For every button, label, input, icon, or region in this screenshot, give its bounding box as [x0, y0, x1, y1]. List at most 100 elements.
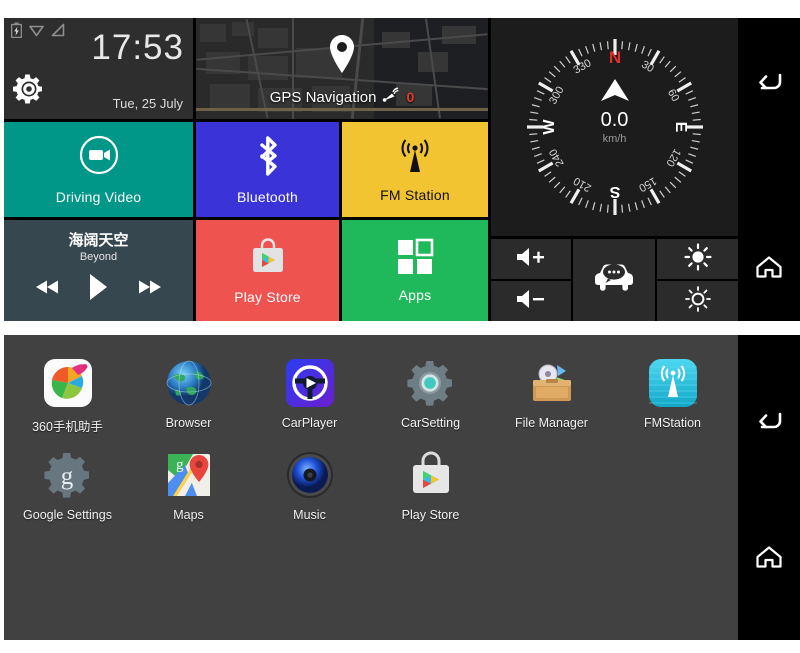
app-label: Music: [293, 508, 326, 522]
compass-speed-value: 0.0: [600, 109, 629, 131]
app-item-fmstation[interactable]: FMStation: [612, 357, 733, 435]
gps-status-row: GPS Navigation 0: [196, 87, 488, 107]
home-icon: [755, 255, 783, 279]
gps-label: GPS Navigation: [269, 88, 377, 106]
svg-text:g: g: [60, 463, 73, 490]
carplayer-icon: [284, 357, 336, 409]
svg-text:150: 150: [636, 174, 658, 194]
tile-driving-video[interactable]: Driving Video: [4, 122, 193, 217]
app-item-carsetting[interactable]: CarSetting: [370, 357, 491, 435]
music-player-tile[interactable]: 海阔天空 Beyond: [4, 220, 193, 321]
voice-assistant-button[interactable]: [573, 239, 655, 321]
next-track-icon[interactable]: [136, 278, 162, 301]
music-speaker-icon: [284, 449, 336, 501]
app-item-browser[interactable]: Browser: [128, 357, 249, 435]
app-item-music[interactable]: Music: [249, 449, 370, 522]
radio-tower-icon: [392, 136, 438, 183]
play-store-bag-icon: [247, 236, 289, 283]
home-button[interactable]: [738, 529, 800, 585]
play-icon[interactable]: [87, 272, 109, 307]
brightness-low-icon: [684, 285, 712, 318]
app-label: File Manager: [515, 416, 588, 430]
compass-needle-icon: [600, 79, 629, 101]
app-label: 360手机助手: [32, 420, 103, 434]
gear-icon[interactable]: [12, 72, 46, 111]
music-track-title: 海阔天空: [68, 232, 129, 249]
app-label: CarSetting: [400, 416, 461, 430]
play-store-bag-icon: [405, 449, 457, 501]
app-drawer: 360手机助手 Browser CarPlayer CarSetting Fil…: [4, 335, 738, 640]
drawer-nav-bar: [738, 335, 800, 640]
gps-navigation-tile[interactable]: GPS Navigation 0: [196, 18, 488, 119]
home-screen-panel: 17:53 Tue, 25 July GPS Navigation 0 N E …: [4, 18, 800, 321]
tile-label: Play Store: [234, 289, 301, 305]
app-drawer-panel: 360手机助手 Browser CarPlayer CarSetting Fil…: [4, 335, 800, 640]
compass-widget[interactable]: N E S W 30 60 120 150 210 240 300 330 0.…: [491, 18, 738, 236]
compass-speed-unit: km/h: [602, 133, 627, 145]
app-label: Google Settings: [23, 508, 112, 522]
volume-down-icon: [514, 288, 548, 315]
svg-text:g: g: [176, 457, 184, 473]
tile-play-store[interactable]: Play Store: [196, 220, 339, 321]
app-label: FMStation: [644, 416, 701, 430]
globe-browser-icon: [163, 357, 215, 409]
google-maps-icon: g: [163, 449, 215, 501]
app-row: 360手机助手 Browser CarPlayer CarSetting Fil…: [4, 357, 738, 449]
home-nav-bar: [738, 18, 800, 321]
tile-label: Apps: [398, 287, 432, 303]
satellite-dish-icon: [382, 87, 400, 107]
clock-widget[interactable]: 17:53 Tue, 25 July: [4, 18, 193, 119]
tile-bluetooth[interactable]: Bluetooth: [196, 122, 339, 217]
tile-label: Bluetooth: [237, 189, 298, 205]
back-arrow-icon: [755, 71, 783, 93]
location-pin-icon: [327, 34, 357, 79]
compass-dial: N E S W 30 60 120 150 210 240 300 330 0.…: [517, 29, 713, 225]
app-item-play-store[interactable]: Play Store: [370, 449, 491, 522]
fm-tower-icon: [647, 357, 699, 409]
svg-text:S: S: [609, 183, 620, 200]
volume-up-icon: [514, 246, 548, 273]
wifi-icon: [29, 23, 44, 42]
file-manager-box-icon: [526, 357, 578, 409]
app-item-google-settings[interactable]: g Google Settings: [7, 449, 128, 522]
home-tiles-area: 17:53 Tue, 25 July GPS Navigation 0 N E …: [4, 18, 738, 321]
app-label: Play Store: [401, 508, 460, 522]
tile-label: Driving Video: [55, 189, 142, 205]
music-controls: [4, 272, 193, 307]
360-assistant-icon: [42, 357, 94, 409]
back-arrow-icon: [755, 410, 783, 432]
svg-text:N: N: [608, 48, 620, 67]
screenshot-root: 17:53 Tue, 25 July GPS Navigation 0 N E …: [0, 0, 800, 653]
app-item-maps[interactable]: g Maps: [128, 449, 249, 522]
volume-up-button[interactable]: [491, 239, 571, 279]
tile-apps[interactable]: Apps: [342, 220, 488, 321]
brightness-down-button[interactable]: [657, 281, 738, 321]
app-row: g Google Settings g Maps Music Play Stor…: [4, 449, 738, 536]
music-artist: Beyond: [79, 251, 118, 263]
tile-label: FM Station: [380, 187, 450, 203]
tile-fm-station[interactable]: FM Station: [342, 122, 488, 217]
clock-time: 17:53: [91, 28, 184, 67]
car-setting-gear-icon: [405, 357, 457, 409]
brightness-up-button[interactable]: [657, 239, 738, 279]
battery-charging-icon: [10, 22, 23, 43]
app-label: CarPlayer: [281, 416, 338, 430]
svg-text:210: 210: [571, 174, 593, 194]
back-button[interactable]: [738, 393, 800, 449]
back-button[interactable]: [738, 54, 800, 110]
volume-down-button[interactable]: [491, 281, 571, 321]
status-bar: [10, 22, 65, 43]
app-grid: 360手机助手 Browser CarPlayer CarSetting Fil…: [4, 357, 738, 536]
home-button[interactable]: [738, 239, 800, 295]
home-icon: [755, 545, 783, 569]
app-label: Browser: [165, 416, 212, 430]
brightness-high-icon: [683, 242, 712, 276]
video-camera-icon: [78, 134, 120, 181]
app-item-360-assistant[interactable]: 360手机助手: [7, 357, 128, 435]
app-item-file-manager[interactable]: File Manager: [491, 357, 612, 435]
app-label: Maps: [173, 508, 204, 522]
app-item-carplayer[interactable]: CarPlayer: [249, 357, 370, 435]
previous-track-icon[interactable]: [35, 278, 61, 301]
gps-satellite-count: 0: [406, 89, 415, 105]
car-voice-icon: [590, 261, 638, 300]
